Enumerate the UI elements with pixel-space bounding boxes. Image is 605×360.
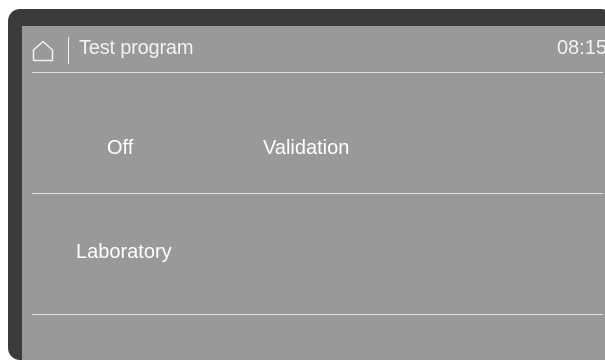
row-separator-1 [32,193,603,194]
device-bezel: Test program 08:15 Off Validation Labora… [8,9,605,360]
display-screen: Test program 08:15 Off Validation Labora… [22,26,605,360]
header-divider [68,37,69,64]
header-bar: Test program 08:15 [22,26,605,72]
clock: 08:15 [556,37,605,59]
page-title: Test program [79,37,194,59]
option-off[interactable]: Off [107,137,133,160]
home-icon[interactable] [32,40,54,62]
row-separator-2 [32,314,603,315]
header-separator [32,72,603,73]
option-validation[interactable]: Validation [263,137,349,160]
option-laboratory[interactable]: Laboratory [76,241,172,264]
